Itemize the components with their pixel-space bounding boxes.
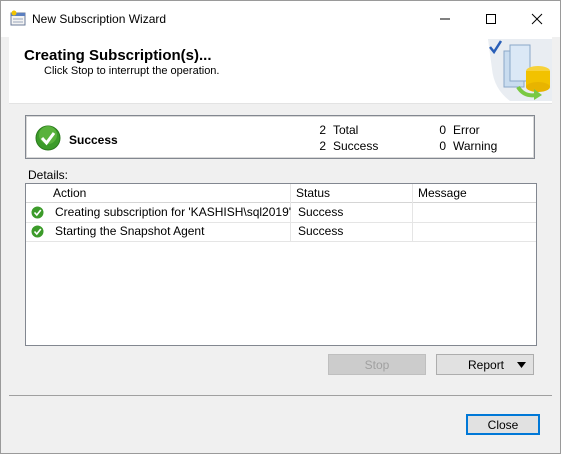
title-bar: New Subscription Wizard: [1, 1, 560, 37]
total-label: Total: [333, 123, 359, 137]
maximize-icon: [486, 14, 496, 24]
column-header-message[interactable]: Message: [418, 184, 467, 202]
table-row[interactable]: Starting the Snapshot Agent Success: [26, 222, 536, 242]
stop-button[interactable]: Stop: [328, 354, 426, 375]
report-label: Report: [468, 358, 505, 372]
page-title: Creating Subscription(s)...: [24, 47, 212, 64]
row-status: Success: [298, 205, 344, 219]
warning-count: 0: [439, 139, 446, 153]
wizard-header: Creating Subscription(s)... Click Stop t…: [9, 37, 552, 104]
success-icon: [31, 225, 44, 238]
close-window-button[interactable]: [514, 1, 560, 37]
dropdown-arrow-icon: [517, 362, 526, 368]
minimize-button[interactable]: [422, 1, 468, 37]
column-header-action[interactable]: Action: [53, 184, 86, 202]
warning-label: Warning: [453, 139, 498, 153]
success-count: 2: [319, 139, 326, 153]
minimize-icon: [440, 18, 450, 20]
table-header: Action Status Message: [26, 184, 536, 203]
success-label: Success: [333, 139, 379, 153]
row-action: Creating subscription for 'KASHISH\sql20…: [55, 205, 292, 219]
details-label: Details:: [28, 168, 69, 182]
summary-status: Success: [69, 133, 118, 147]
app-icon: [10, 10, 26, 26]
page-subtitle: Click Stop to interrupt the operation.: [44, 65, 220, 77]
close-icon: [531, 13, 543, 25]
row-action: Starting the Snapshot Agent: [55, 224, 205, 238]
total-count: 2: [319, 123, 326, 137]
row-status: Success: [298, 224, 344, 238]
close-button[interactable]: Close: [466, 414, 540, 435]
window-title: New Subscription Wizard: [32, 12, 167, 26]
table-row[interactable]: Creating subscription for 'KASHISH\sql20…: [26, 203, 536, 223]
footer-divider: [9, 395, 552, 396]
error-label: Error: [453, 123, 480, 137]
error-count: 0: [439, 123, 446, 137]
maximize-button[interactable]: [468, 1, 514, 37]
details-table[interactable]: Action Status Message Creating subscript…: [25, 183, 537, 346]
column-header-status[interactable]: Status: [296, 184, 330, 202]
wizard-window: New Subscription Wizard Creating Subscri…: [0, 0, 561, 454]
database-subscription-icon: [488, 39, 552, 101]
success-icon: [31, 206, 44, 219]
summary-panel: Success 2 Total 2 Success 0 Error 0 Warn…: [25, 115, 535, 159]
report-button[interactable]: Report: [436, 354, 534, 375]
success-large-icon: [35, 125, 61, 151]
